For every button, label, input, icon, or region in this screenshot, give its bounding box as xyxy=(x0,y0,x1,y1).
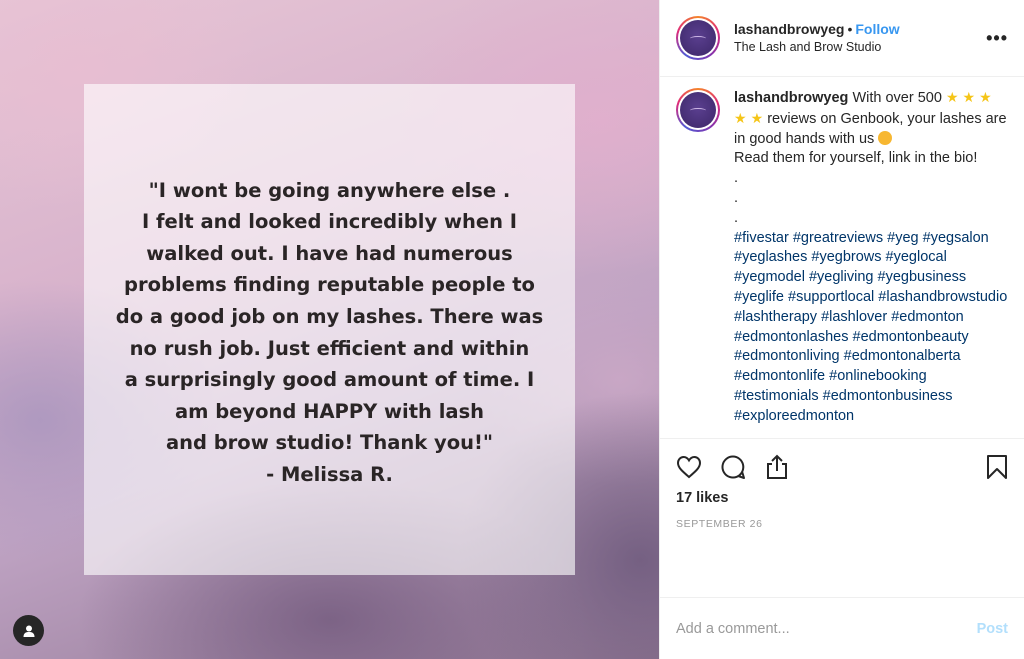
star-emoji-icon: ★ xyxy=(750,109,764,126)
hashtag-link[interactable]: #edmontonbeauty xyxy=(853,329,969,345)
hashtag-link[interactable]: #edmontonbusiness xyxy=(823,388,953,404)
separator-dot: • xyxy=(847,21,853,37)
hashtag-link[interactable]: #yegsalon xyxy=(923,230,989,246)
avatar-image xyxy=(680,20,716,56)
caption-avatar[interactable] xyxy=(676,88,720,132)
save-button[interactable] xyxy=(986,447,1010,487)
comment-input[interactable] xyxy=(676,620,977,637)
hashtag-link[interactable]: #supportlocal xyxy=(788,289,874,305)
hugging-face-emoji-icon xyxy=(878,130,893,145)
heart-icon xyxy=(676,455,702,479)
post-header: lashandbrowyeg • Follow The Lash and Brow … xyxy=(660,0,1024,77)
star-emoji-icon: ★ xyxy=(945,89,959,105)
quote-card: "I wont be going anywhere else . I felt … xyxy=(84,84,575,575)
like-button[interactable] xyxy=(676,447,716,487)
profile-avatar[interactable] xyxy=(676,16,720,60)
hashtag-link[interactable]: #greatreviews xyxy=(793,230,883,246)
likes-count[interactable]: 17 likes xyxy=(676,490,1008,506)
comment-icon xyxy=(721,455,745,479)
share-button[interactable] xyxy=(764,447,804,487)
hashtag-link[interactable]: #edmontonlife xyxy=(734,368,825,384)
comment-form: Post xyxy=(660,597,1024,659)
bookmark-icon xyxy=(987,455,1007,479)
caption-text: lashandbrowyeg With over 500 ★ ★ ★ ★ ★ r… xyxy=(734,89,1008,424)
instagram-post: "I wont be going anywhere else . I felt … xyxy=(0,0,1024,659)
follow-button[interactable]: Follow xyxy=(855,21,899,37)
hashtag-link[interactable]: #yegmodel xyxy=(734,269,805,285)
user-icon xyxy=(23,625,34,637)
hashtag-link[interactable]: #fivestar xyxy=(734,230,789,246)
star-emoji-icon: ★ xyxy=(734,109,747,126)
post-comment-button[interactable]: Post xyxy=(977,621,1008,637)
hashtag-link[interactable]: #yeglashes xyxy=(734,249,807,265)
hashtag-link[interactable]: #yegliving xyxy=(809,269,874,285)
hashtag-link[interactable]: #edmontonalberta xyxy=(844,348,961,364)
hashtag-link[interactable]: #edmonton xyxy=(891,309,964,325)
star-emoji-icon: ★ xyxy=(979,89,992,105)
hashtag-link[interactable]: #yeg xyxy=(887,230,918,246)
hashtag-link[interactable]: #lashlover xyxy=(821,309,887,325)
caption-section: lashandbrowyeg With over 500 ★ ★ ★ ★ ★ r… xyxy=(660,77,1024,438)
star-emoji-icon: ★ xyxy=(962,89,976,105)
hashtag-link[interactable]: #testimonials xyxy=(734,388,819,404)
post-date: SEPTEMBER 26 xyxy=(676,518,763,530)
hashtag-link[interactable]: #yeglocal xyxy=(886,249,947,265)
caption-username-link[interactable]: lashandbrowyeg xyxy=(734,90,848,106)
action-section: 17 likes SEPTEMBER 26 xyxy=(660,438,1024,597)
hashtag-link[interactable]: #edmontonlashes xyxy=(734,329,848,345)
hashtag-link[interactable]: #edmontonliving xyxy=(734,348,840,364)
hashtag-link[interactable]: #lashtherapy xyxy=(734,309,817,325)
hashtag-link[interactable]: #yeglife xyxy=(734,289,784,305)
more-options-button[interactable]: ••• xyxy=(986,28,1008,49)
location-link[interactable]: The Lash and Brow Studio xyxy=(734,38,900,56)
post-image[interactable]: "I wont be going anywhere else . I felt … xyxy=(0,0,659,659)
hashtag-link[interactable]: #exploreedmonton xyxy=(734,408,854,424)
hashtag-link[interactable]: #lashandbrowstudio xyxy=(878,289,1007,305)
quote-text: "I wont be going anywhere else . I felt … xyxy=(115,178,544,486)
hashtag-link[interactable]: #onlinebooking xyxy=(829,368,927,384)
more-horizontal-icon: ••• xyxy=(986,28,1008,48)
hashtag-list: #fivestar #greatreviews #yeg #yegsalon #… xyxy=(734,230,1007,424)
share-icon xyxy=(767,454,787,479)
tagged-users-button[interactable] xyxy=(13,615,44,646)
header-username-link[interactable]: lashandbrowyeg xyxy=(734,21,844,37)
hashtag-link[interactable]: #yegbusiness xyxy=(878,269,967,285)
post-sidebar: lashandbrowyeg • Follow The Lash and Brow … xyxy=(659,0,1024,659)
avatar-image xyxy=(680,92,716,128)
comment-button[interactable] xyxy=(720,447,760,487)
hashtag-link[interactable]: #yegbrows xyxy=(811,249,881,265)
